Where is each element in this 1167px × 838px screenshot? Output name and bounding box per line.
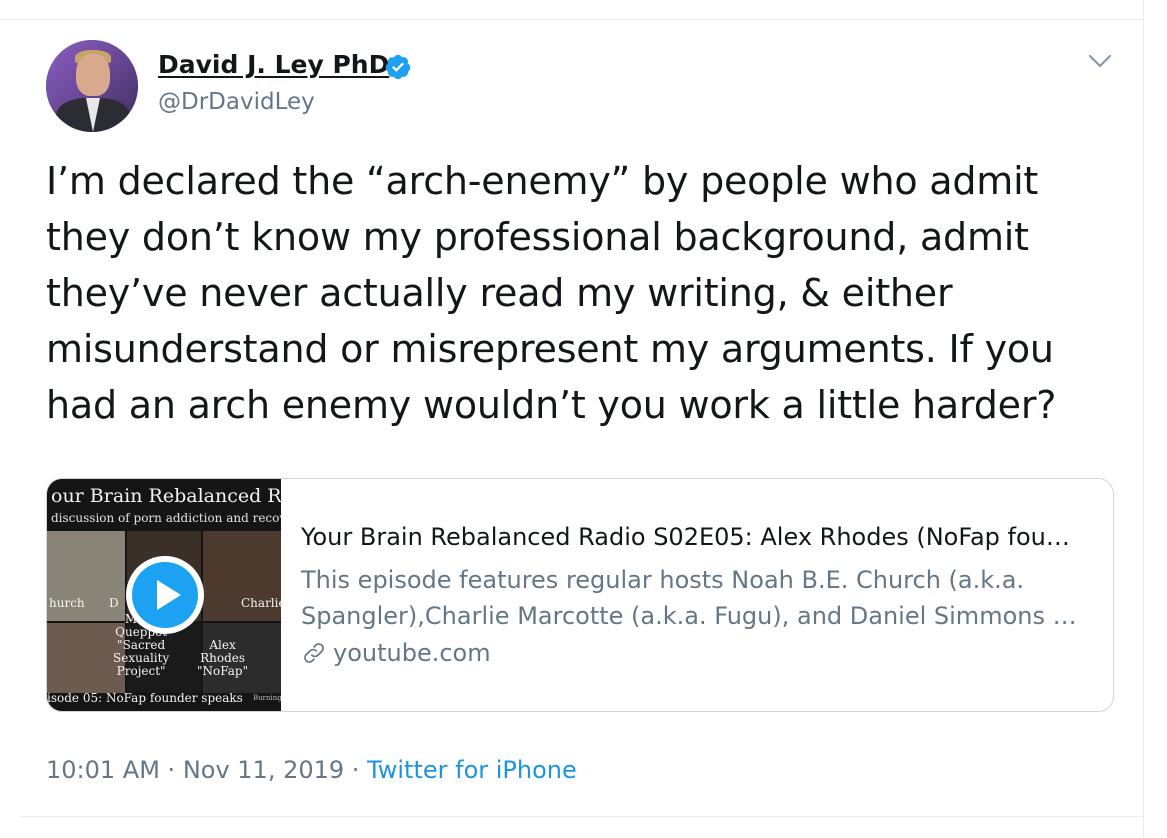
chevron-down-icon[interactable] [1088,52,1112,70]
tweet-line: they’ve never actually read my writing, … [46,271,953,315]
thumbnail-footer: isode 05: NoFap founder speaks [47,691,243,705]
thumbnail-label: Charlie [241,596,281,610]
thumbnail-footer-small: Burning [253,694,281,702]
tweet-text: I’m declared the “arch-enemy” by people … [46,153,1126,433]
video-thumbnail[interactable]: our Brain Rebalanced Radi discussion of … [47,479,281,711]
play-icon[interactable] [126,556,204,634]
tweet-time[interactable]: 10:01 AM [46,756,160,784]
top-divider [0,19,1143,20]
card-domain[interactable]: youtube.com [301,639,491,667]
tweet-line: I’m declared the “arch-enemy” by people … [46,159,1039,203]
bottom-divider [20,816,1143,817]
tweet-date[interactable]: Nov 11, 2019 [183,756,344,784]
thumbnail-label: Alex Rhodes "NoFap" [197,638,249,678]
verified-badge-icon [385,54,411,80]
author-handle[interactable]: @DrDavidLey [158,89,315,115]
tweet-line: they don’t know my professional backgrou… [46,215,1029,259]
tweet-container: David J. Ley PhD @DrDavidLey I’m declare… [0,0,1144,838]
tweet-line: misunderstand or misrepresent my argumen… [46,327,1054,371]
author-name[interactable]: David J. Ley PhD [158,50,389,79]
link-card[interactable]: our Brain Rebalanced Radi discussion of … [46,478,1114,712]
thumbnail-subtitle: discussion of porn addiction and recover [51,511,281,525]
tweet-meta: 10:01 AM · Nov 11, 2019 · Twitter for iP… [46,756,577,784]
thumbnail-title: our Brain Rebalanced Radi [51,485,281,507]
tweet-line: had an arch enemy wouldn’t you work a li… [46,383,1057,427]
link-icon [304,643,324,663]
thumbnail-label: D [109,596,119,610]
card-domain-text: youtube.com [333,639,491,667]
card-description: This episode features regular hosts Noah… [301,566,1077,630]
thumbnail-label: hurch [49,596,85,610]
avatar[interactable] [46,40,138,132]
tweet-source[interactable]: Twitter for iPhone [367,756,577,784]
card-title[interactable]: Your Brain Rebalanced Radio S02E05: Alex… [301,523,1070,551]
